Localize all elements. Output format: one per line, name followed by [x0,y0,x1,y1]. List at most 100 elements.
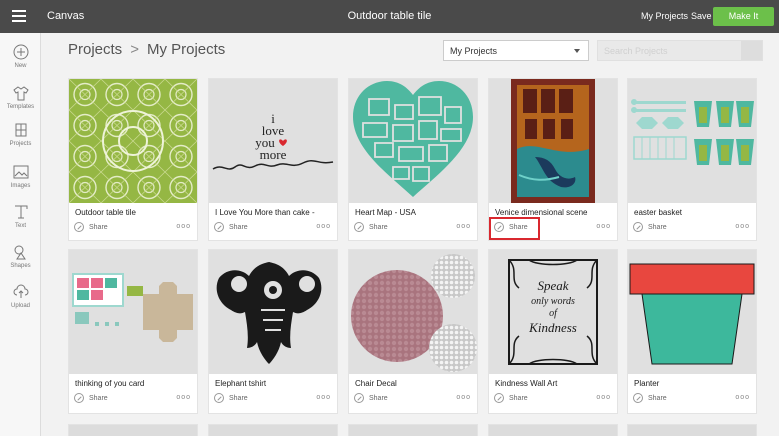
project-card-partial[interactable] [208,424,338,436]
sidebar-item-shapes[interactable]: Shapes [0,243,41,269]
project-title: Outdoor table tile [75,208,136,217]
share-button[interactable]: Share [633,222,667,232]
sidebar-label: New [14,63,27,69]
hamburger-menu-icon[interactable] [12,10,26,22]
thumb-text: Speak [537,278,568,293]
share-button[interactable]: Share [354,222,388,232]
search-input[interactable] [597,40,763,61]
project-thumbnail [69,250,197,374]
share-icon [633,222,643,232]
share-label: Share [369,223,388,231]
sidebar-label: Text [14,223,26,229]
project-card[interactable]: Outdoor table tile Share ooo [68,78,198,241]
breadcrumb: Projects > My Projects [68,41,225,58]
project-thumbnail [69,79,197,203]
share-label: Share [89,394,108,402]
more-options-icon[interactable]: ooo [456,223,471,230]
project-title: thinking of you card [75,379,145,388]
project-card[interactable]: Elephant tshirt Share ooo [208,249,338,414]
project-filter-value: My Projects [450,46,498,56]
projects-icon [15,123,26,137]
share-icon [74,393,84,403]
share-button[interactable]: Share [214,393,248,403]
project-thumbnail [349,79,477,203]
thumb-text: of [549,308,558,319]
share-button[interactable]: Share [354,393,388,403]
project-thumbnail [628,250,756,374]
share-icon [354,393,364,403]
breadcrumb-projects[interactable]: Projects [68,41,122,58]
sidebar-label: Images [10,183,31,189]
project-card[interactable]: Speak only words of Kindness Kindness Wall … [488,249,618,414]
project-thumbnail [489,79,617,203]
sidebar-item-templates[interactable]: Templates [0,84,41,110]
share-label: Share [648,394,667,402]
share-icon [214,393,224,403]
project-title: Kindness Wall Art [495,379,558,388]
document-title[interactable]: Outdoor table tile [348,10,432,22]
project-card[interactable]: Venice dimensional scene Share ooo [488,78,618,241]
top-bar: Canvas Outdoor table tile My Projects Sa… [0,0,779,33]
project-card[interactable]: thinking of you card Share ooo [68,249,198,414]
share-label: Share [229,223,248,231]
more-options-icon[interactable]: ooo [735,223,750,230]
project-title: Planter [634,379,660,388]
app-name: Canvas [47,10,85,22]
share-label: Share [89,223,108,231]
share-label: Share [369,394,388,402]
share-button[interactable]: Share [74,222,108,232]
sidebar-item-new[interactable]: New [0,43,41,69]
more-options-icon[interactable]: ooo [596,394,611,401]
project-title: Chair Decal [355,379,397,388]
more-options-icon[interactable]: ooo [176,223,191,230]
project-title: Heart Map - USA [355,208,416,217]
project-card[interactable]: Planter Share ooo [627,249,757,414]
more-options-icon[interactable]: ooo [596,223,611,230]
project-card[interactable]: Heart Map - USA Share ooo [348,78,478,241]
share-button[interactable]: Share [494,393,528,403]
shapes-icon [14,245,26,260]
share-icon [214,222,224,232]
sidebar-label: Shapes [10,263,31,269]
project-card[interactable]: easter basket Share ooo [627,78,757,241]
project-card-partial[interactable] [348,424,478,436]
share-icon [74,222,84,232]
my-projects-link[interactable]: My Projects [641,11,688,21]
text-icon [14,205,27,219]
project-thumbnail: i love you more [209,79,337,203]
save-link[interactable]: Save [691,11,712,21]
project-card-partial[interactable] [627,424,757,436]
share-icon [633,393,643,403]
share-button[interactable]: Share [214,222,248,232]
share-button[interactable]: Share [494,222,528,232]
share-icon [494,222,504,232]
project-thumbnail [209,250,337,374]
search-button[interactable] [741,41,762,60]
project-card-partial[interactable] [488,424,618,436]
project-card[interactable]: Chair Decal Share ooo [348,249,478,414]
sidebar-item-projects[interactable]: Projects [0,121,41,147]
more-options-icon[interactable]: ooo [316,394,331,401]
sidebar-item-text[interactable]: Text [0,203,41,229]
tshirt-icon [12,86,29,101]
project-filter-select[interactable]: My Projects [443,40,589,61]
project-thumbnail: Speak only words of Kindness [489,250,617,374]
project-card[interactable]: i love you more I Love You More than cake -… [208,78,338,241]
project-title: Venice dimensional scene [495,208,588,217]
chevron-right-icon: > [130,41,139,58]
image-icon [13,165,28,179]
sidebar-label: Templates [6,104,35,110]
project-card-partial[interactable] [68,424,198,436]
share-icon [494,393,504,403]
share-button[interactable]: Share [633,393,667,403]
sidebar-item-images[interactable]: Images [0,163,41,189]
more-options-icon[interactable]: ooo [176,394,191,401]
more-options-icon[interactable]: ooo [456,394,471,401]
sidebar-item-upload[interactable]: Upload [0,283,41,309]
share-icon [354,222,364,232]
make-it-button[interactable]: Make It [713,7,774,26]
share-button[interactable]: Share [74,393,108,403]
more-options-icon[interactable]: ooo [316,223,331,230]
breadcrumb-my-projects[interactable]: My Projects [147,41,225,58]
more-options-icon[interactable]: ooo [735,394,750,401]
